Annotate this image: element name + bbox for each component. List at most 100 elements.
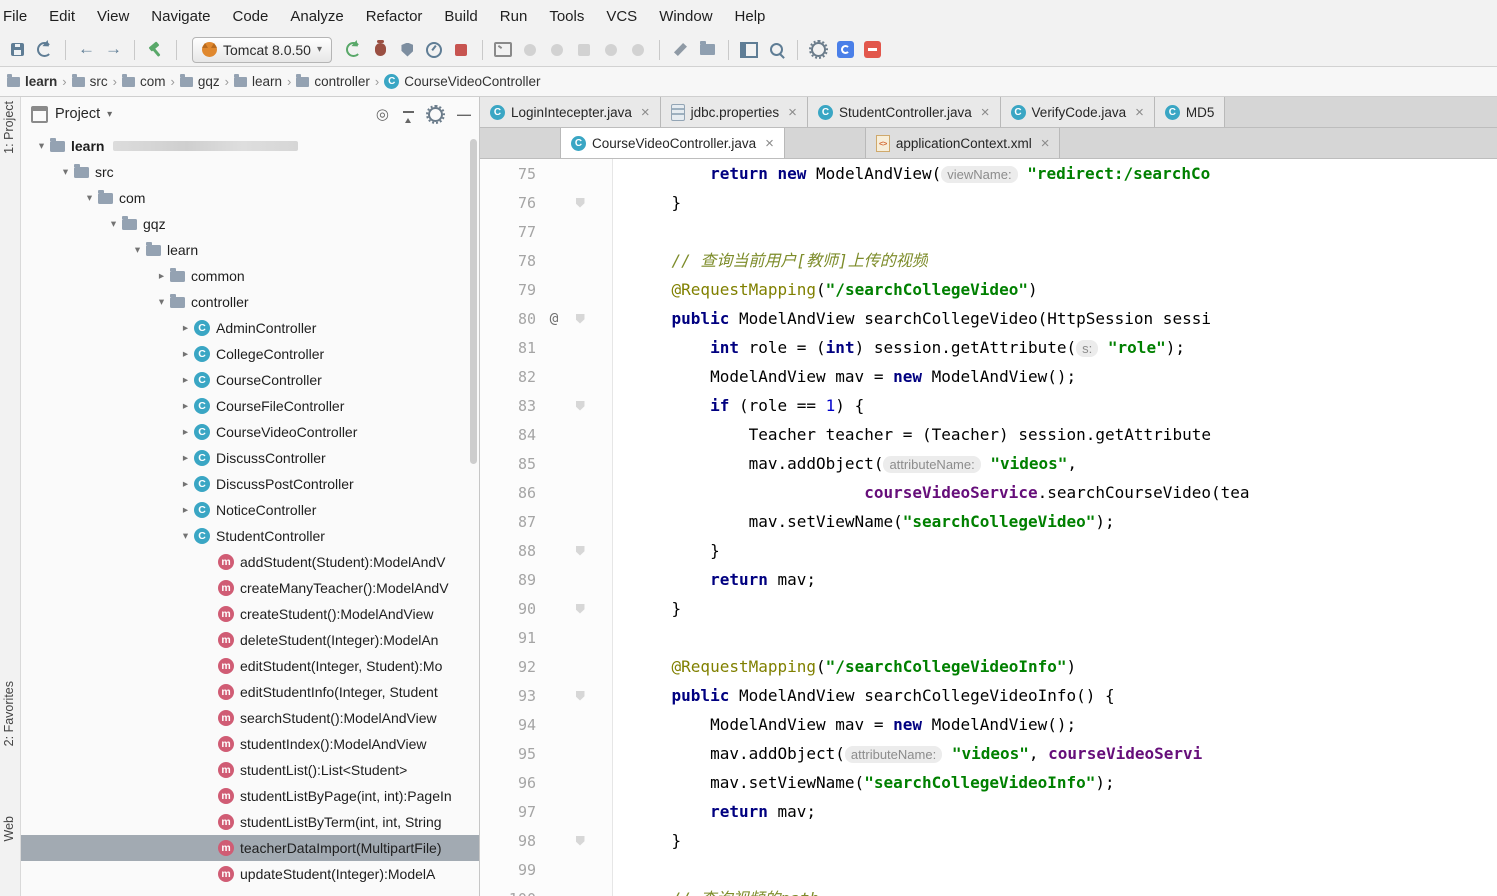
- line-number[interactable]: 88: [480, 542, 540, 560]
- line-number[interactable]: 83: [480, 397, 540, 415]
- code-line-90[interactable]: 90 }: [480, 594, 1497, 623]
- save-icon[interactable]: [4, 37, 31, 62]
- tree-item-studentcontroller[interactable]: ▾ StudentController: [21, 523, 479, 549]
- tree-item-addstudent-student-modelandv[interactable]: addStudent(Student):ModelAndV: [21, 549, 479, 575]
- close-tab-icon[interactable]: ×: [641, 105, 650, 120]
- code-line-94[interactable]: 94 ModelAndView mav = new ModelAndView()…: [480, 710, 1497, 739]
- breadcrumb-controller[interactable]: controller: [292, 73, 374, 89]
- restore-layout-icon[interactable]: [736, 37, 763, 62]
- menu-file[interactable]: File: [0, 0, 38, 33]
- code-line-79[interactable]: 79 @RequestMapping("/searchCollegeVideo"…: [480, 275, 1497, 304]
- line-number[interactable]: 91: [480, 629, 540, 647]
- code-line-92[interactable]: 92 @RequestMapping("/searchCollegeVideoI…: [480, 652, 1497, 681]
- line-number[interactable]: 95: [480, 745, 540, 763]
- profiler-icon[interactable]: [421, 37, 448, 62]
- code-line-96[interactable]: 96 mav.setViewName("searchCollegeVideoIn…: [480, 768, 1497, 797]
- tree-item-studentlistbyterm-int-int-string[interactable]: studentListByTerm(int, int, String: [21, 809, 479, 835]
- tree-item-coursevideocontroller[interactable]: ▸ CourseVideoController: [21, 419, 479, 445]
- code-line-93[interactable]: 93 public ModelAndView searchCollegeVide…: [480, 681, 1497, 710]
- expand-arrow-icon[interactable]: ▸: [177, 322, 194, 334]
- close-tab-icon[interactable]: ×: [1041, 136, 1050, 151]
- tab-studentcontroller-java[interactable]: StudentController.java ×: [807, 97, 1001, 127]
- tree-item-noticecontroller[interactable]: ▸ NoticeController: [21, 497, 479, 523]
- line-number[interactable]: 76: [480, 194, 540, 212]
- collapse-arrow-icon[interactable]: ▾: [57, 166, 74, 178]
- back-icon[interactable]: [73, 37, 100, 62]
- code-line-99[interactable]: 99: [480, 855, 1497, 884]
- code-line-100[interactable]: 100 // 查询视频的path: [480, 884, 1497, 896]
- breadcrumb-gqz[interactable]: gqz: [176, 73, 224, 89]
- reformat-icon[interactable]: [667, 37, 694, 62]
- code-line-76[interactable]: 76 }: [480, 188, 1497, 217]
- line-number[interactable]: 96: [480, 774, 540, 792]
- line-number[interactable]: 89: [480, 571, 540, 589]
- menu-navigate[interactable]: Navigate: [140, 0, 221, 33]
- line-number[interactable]: 90: [480, 600, 540, 618]
- search-everywhere-icon[interactable]: [763, 37, 790, 62]
- fold-marker-icon[interactable]: [575, 400, 585, 411]
- tree-item-deletestudent-integer-modelan[interactable]: deleteStudent(Integer):ModelAn: [21, 627, 479, 653]
- tree-item-createmanyteacher-modelandv[interactable]: createManyTeacher():ModelAndV: [21, 575, 479, 601]
- locate-file-icon[interactable]: ◎: [376, 107, 389, 122]
- line-number[interactable]: 86: [480, 484, 540, 502]
- synchronize-icon[interactable]: [31, 37, 58, 62]
- tree-item-gqz[interactable]: ▾ gqz: [21, 211, 479, 237]
- code-line-91[interactable]: 91: [480, 623, 1497, 652]
- line-number[interactable]: 94: [480, 716, 540, 734]
- code-line-77[interactable]: 77: [480, 217, 1497, 246]
- code-line-89[interactable]: 89 return mav;: [480, 565, 1497, 594]
- tree-item-coursecontroller[interactable]: ▸ CourseController: [21, 367, 479, 393]
- fold-marker-icon[interactable]: [575, 197, 585, 208]
- menu-code[interactable]: Code: [221, 0, 279, 33]
- code-line-75[interactable]: 75 return new ModelAndView(viewName: "re…: [480, 159, 1497, 188]
- menu-analyze[interactable]: Analyze: [279, 0, 354, 33]
- plugin-orange-icon[interactable]: [859, 37, 886, 62]
- menu-window[interactable]: Window: [648, 0, 723, 33]
- tree-item-createstudent-modelandview[interactable]: createStudent():ModelAndView: [21, 601, 479, 627]
- settings-icon[interactable]: [805, 37, 832, 62]
- expand-arrow-icon[interactable]: ▸: [177, 400, 194, 412]
- tab-verifycode-java[interactable]: VerifyCode.java ×: [1000, 97, 1155, 127]
- menu-help[interactable]: Help: [724, 0, 777, 33]
- breadcrumb-com[interactable]: com: [118, 73, 170, 89]
- breadcrumb-learn[interactable]: learn: [3, 73, 61, 89]
- code-line-88[interactable]: 88 }: [480, 536, 1497, 565]
- line-number[interactable]: 92: [480, 658, 540, 676]
- fold-marker-icon[interactable]: [575, 313, 585, 324]
- console-icon[interactable]: [490, 37, 517, 62]
- tool-button-web[interactable]: Web: [2, 816, 16, 841]
- fold-marker-icon[interactable]: [575, 690, 585, 701]
- collapse-arrow-icon[interactable]: ▾: [105, 218, 122, 230]
- stop-icon[interactable]: [448, 37, 475, 62]
- line-number[interactable]: 99: [480, 861, 540, 879]
- run-with-coverage-icon[interactable]: [394, 37, 421, 62]
- expand-arrow-icon[interactable]: ▸: [177, 452, 194, 464]
- tree-item-studentlistbypage-int-int-pagein[interactable]: studentListByPage(int, int):PageIn: [21, 783, 479, 809]
- close-tab-icon[interactable]: ×: [981, 105, 990, 120]
- tree-item-learn[interactable]: ▾ learn: [21, 133, 479, 159]
- show-in-explorer-icon[interactable]: [694, 37, 721, 62]
- tree-item-studentlist-list-student[interactable]: studentList():List<Student>: [21, 757, 479, 783]
- tree-item-studentindex-modelandview[interactable]: studentIndex():ModelAndView: [21, 731, 479, 757]
- menu-vcs[interactable]: VCS: [595, 0, 648, 33]
- tree-item-editstudentinfo-integer-student[interactable]: editStudentInfo(Integer, Student: [21, 679, 479, 705]
- collapse-arrow-icon[interactable]: ▾: [81, 192, 98, 204]
- menu-refactor[interactable]: Refactor: [355, 0, 434, 33]
- code-line-81[interactable]: 81 int role = (int) session.getAttribute…: [480, 333, 1497, 362]
- tool-button-1-project[interactable]: 1: Project: [2, 101, 16, 154]
- tree-item-editstudent-integer-student-mo[interactable]: editStudent(Integer, Student):Mo: [21, 653, 479, 679]
- breadcrumb-src[interactable]: src: [68, 73, 112, 89]
- code-line-98[interactable]: 98 }: [480, 826, 1497, 855]
- tree-item-admincontroller[interactable]: ▸ AdminController: [21, 315, 479, 341]
- expand-arrow-icon[interactable]: ▸: [177, 504, 194, 516]
- code-line-80[interactable]: 80 @ public ModelAndView searchCollegeVid…: [480, 304, 1497, 333]
- menu-run[interactable]: Run: [489, 0, 539, 33]
- code-line-84[interactable]: 84 Teacher teacher = (Teacher) session.g…: [480, 420, 1497, 449]
- tree-item-searchstudent-modelandview[interactable]: searchStudent():ModelAndView: [21, 705, 479, 731]
- project-scrollbar[interactable]: [470, 139, 477, 464]
- tree-item-discusscontroller[interactable]: ▸ DiscussController: [21, 445, 479, 471]
- line-number[interactable]: 75: [480, 165, 540, 183]
- tree-item-com[interactable]: ▾ com: [21, 185, 479, 211]
- expand-arrow-icon[interactable]: ▸: [177, 374, 194, 386]
- expand-arrow-icon[interactable]: ▸: [177, 348, 194, 360]
